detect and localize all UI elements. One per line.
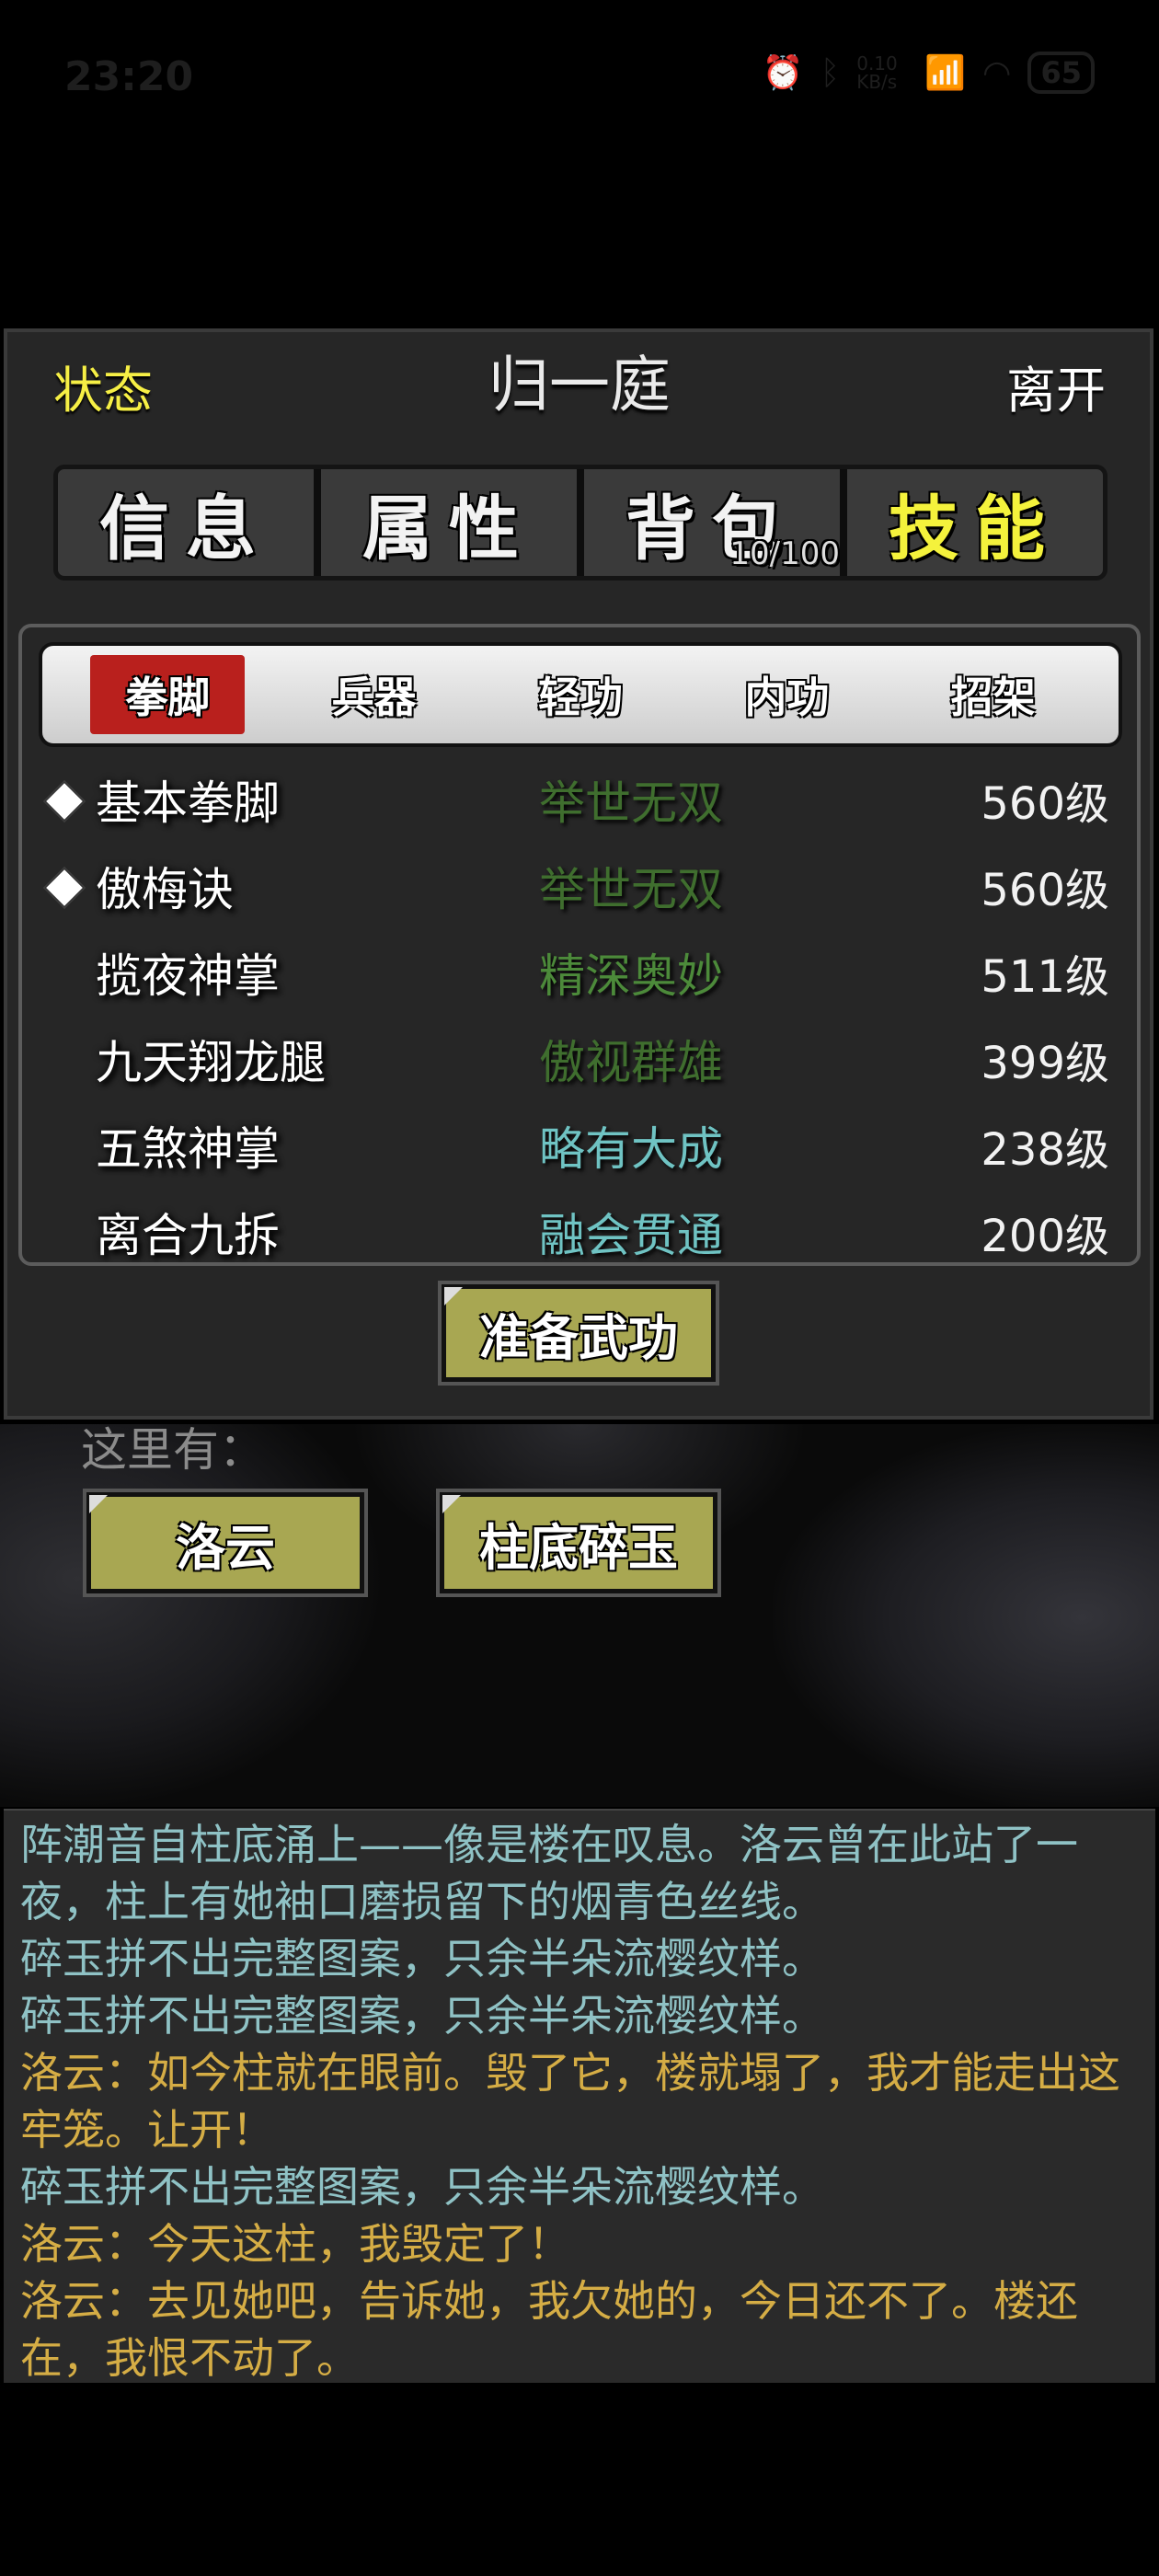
prepare-skill-button[interactable]: 准备武功: [442, 1284, 716, 1382]
message-log: 阵潮音自柱底涌上——像是楼在叹息。洛云曾在此站了一夜，柱上有她袖口磨损留下的烟青…: [4, 1809, 1155, 2383]
skill-row[interactable]: 五煞神掌 略有大成 238级: [22, 1102, 1137, 1189]
skill-level: 560级: [981, 778, 1109, 830]
skill-row[interactable]: 傲梅诀 举世无双 560级: [22, 843, 1137, 929]
skill-grade: 举世无双: [539, 776, 723, 830]
signal-icon: 📶: [924, 54, 967, 92]
dialogue-line: 洛云：去见她吧，告诉她，我欠她的，今日还不了。楼还在，我恨不动了。: [20, 2276, 1078, 2383]
wifi-icon: ◠: [982, 53, 1012, 92]
battery-icon: 65: [1027, 52, 1095, 94]
skill-grade: 融会贯通: [539, 1209, 723, 1262]
skill-category-tabs: 拳脚 兵器 轻功 内功 招架: [39, 642, 1122, 747]
here-label: 这里有：: [81, 1423, 265, 1477]
subtab-parry[interactable]: 招架: [916, 655, 1071, 734]
alarm-icon: ⏰: [762, 54, 804, 92]
fog-decoration: [773, 1424, 1159, 1807]
tab-backpack[interactable]: 背包 10/100: [577, 469, 840, 576]
skill-list-box: 拳脚 兵器 轻功 内功 招架 基本拳脚 举世无双 560级 傲梅诀 举世无双 560级 揽夜…: [18, 624, 1141, 1266]
diamond-marker-icon: [44, 781, 81, 818]
skill-grade: 傲视群雄: [539, 1036, 723, 1089]
status-icons: ⏰ ᛒ 0.10 KB/s 📶 ◠ 65: [763, 52, 1095, 94]
skill-level: 511级: [981, 951, 1109, 1003]
tab-skills[interactable]: 技能: [840, 469, 1103, 576]
page-title: 归一庭: [488, 350, 671, 420]
skill-name: 揽夜神掌: [96, 949, 280, 1003]
subtab-fist[interactable]: 拳脚: [90, 655, 246, 734]
skill-name: 离合九拆: [96, 1209, 280, 1262]
net-speed: 0.10 KB/s: [856, 52, 898, 93]
tab-info[interactable]: 信息: [58, 469, 314, 576]
skill-grade: 精深奥妙: [539, 949, 723, 1003]
dialogue-line: 洛云：今天这柱，我毁定了！: [20, 2219, 570, 2269]
skill-row[interactable]: 离合九拆 融会贯通 200级: [22, 1189, 1137, 1262]
leave-button[interactable]: 离开: [1006, 350, 1106, 422]
backpack-count: 10/100: [729, 535, 840, 572]
skill-level: 200级: [981, 1211, 1109, 1262]
scene-area: [0, 1424, 1159, 1807]
diamond-marker-icon: [44, 868, 81, 904]
skill-grade: 举世无双: [539, 863, 723, 916]
subtab-inner[interactable]: 内功: [709, 655, 864, 734]
skill-grade: 略有大成: [539, 1122, 723, 1176]
narration-line: 碎玉拼不出完整图案，只余半朵流樱纹样。: [20, 2162, 824, 2212]
skill-level: 560级: [981, 865, 1109, 916]
narration-line: 碎玉拼不出完整图案，只余半朵流樱纹样。: [20, 1934, 824, 1984]
fog-decoration: [0, 1424, 386, 1807]
skill-row[interactable]: 基本拳脚 举世无双 560级: [22, 756, 1137, 843]
clock: 23:20: [64, 53, 194, 100]
main-tabs: 信息 属性 背包 10/100 技能: [53, 465, 1107, 581]
tab-attributes[interactable]: 属性: [314, 469, 577, 576]
dialogue-line: 洛云：如今柱就在眼前。毁了它，楼就塌了，我才能走出这牢笼。让开！: [20, 2048, 1120, 2155]
skill-row[interactable]: 九天翔龙腿 傲视群雄 399级: [22, 1016, 1137, 1102]
status-bar: 23:20 ⏰ ᛒ 0.10 KB/s 📶 ◠ 65: [0, 0, 1159, 156]
skill-name: 九天翔龙腿: [96, 1036, 326, 1089]
bluetooth-icon: ᛒ: [820, 53, 841, 92]
skill-row[interactable]: 揽夜神掌 精深奥妙 511级: [22, 929, 1137, 1016]
subtab-weapon[interactable]: 兵器: [297, 655, 452, 734]
skill-name: 五煞神掌: [96, 1122, 280, 1176]
narration-line: 碎玉拼不出完整图案，只余半朵流樱纹样。: [20, 1991, 824, 2041]
skill-name: 傲梅诀: [96, 863, 234, 916]
skill-name: 基本拳脚: [96, 776, 280, 830]
subtab-lightness[interactable]: 轻功: [503, 655, 658, 734]
skill-level: 399级: [981, 1038, 1109, 1089]
object-button-zhudi-suiyu[interactable]: 柱底碎玉: [440, 1492, 717, 1593]
narration-line: 阵潮音自柱底涌上——像是楼在叹息。洛云曾在此站了一夜，柱上有她袖口磨损留下的烟青…: [20, 1820, 1078, 1926]
skill-level: 238级: [981, 1124, 1109, 1176]
npc-button-luoyun[interactable]: 洛云: [86, 1492, 364, 1593]
